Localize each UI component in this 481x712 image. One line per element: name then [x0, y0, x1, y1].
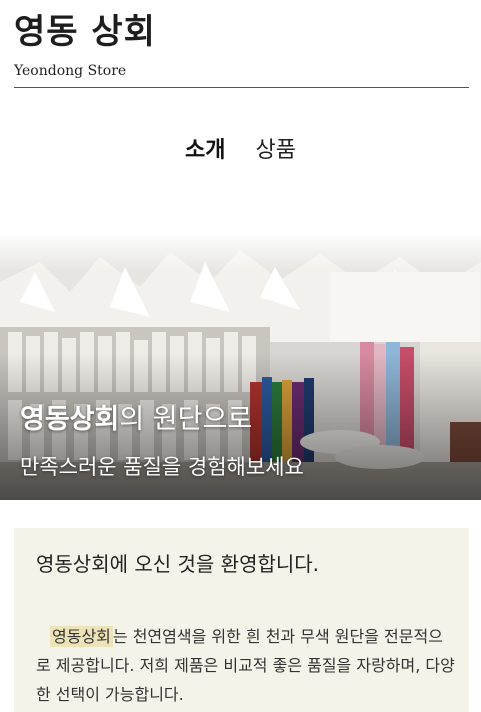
- store-title[interactable]: 영동 상회: [14, 10, 469, 54]
- welcome-body: 영동상회 는 천연염색을 위한 흰 천과 무색 원단을 전문적으로 제공합니다. …: [36, 622, 456, 709]
- hero-banner: 영동상회의 원단으로 만족스러운 품질을 경험해보세요: [0, 232, 481, 500]
- hero-headline: 영동상회의 원단으로: [20, 402, 252, 438]
- store-subtitle: Yeondong Store: [14, 63, 127, 79]
- hero-top-fade: [0, 232, 481, 272]
- tab-products[interactable]: 상품: [256, 136, 296, 166]
- hero-brand: 영동상회: [20, 404, 120, 435]
- tab-about[interactable]: 소개: [185, 136, 225, 166]
- header-divider: [14, 87, 469, 88]
- hero-subheadline: 만족스러운 품질을 경험해보세요: [20, 455, 304, 479]
- site-header: 영동 상회 Yeondong Store: [14, 10, 469, 80]
- brand-highlight: 영동상회: [50, 626, 113, 647]
- welcome-title: 영동상회에 오신 것을 환영합니다.: [36, 552, 320, 576]
- welcome-panel: 영동상회에 오신 것을 환영합니다. 영동상회 는 천연염색을 위한 흰 천과 무…: [14, 528, 469, 712]
- hero-headline-rest: 의 원단으로: [119, 404, 253, 435]
- main-nav: 소개 상품: [0, 136, 481, 166]
